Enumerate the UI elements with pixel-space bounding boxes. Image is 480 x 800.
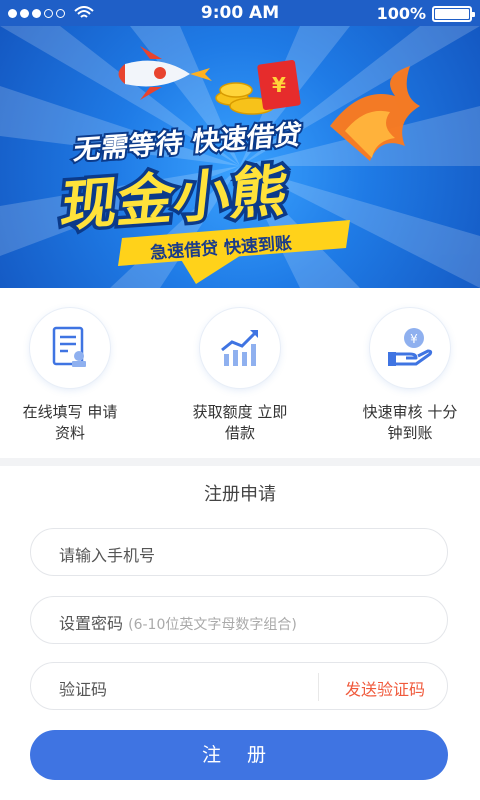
growth-chart-icon [200, 308, 280, 388]
phone-input[interactable]: 请输入手机号 [30, 528, 448, 576]
feature-apply: 在线填写 申请 资料 [0, 308, 140, 444]
svg-text:¥: ¥ [410, 332, 418, 346]
form-title: 注册申请 [204, 484, 276, 505]
promo-banner[interactable]: ¥ 无需等待 快速借贷 现金小熊 急速借贷 快速到账 [0, 26, 480, 288]
phone-placeholder: 请输入手机号 [59, 546, 156, 565]
battery-percent: 100% [376, 4, 426, 23]
feature-credit: 获取额度 立即 借款 [170, 308, 310, 444]
feature-review-line2: 钟到账 [387, 424, 433, 442]
password-label: 设置密码 [59, 614, 124, 633]
status-bar: 9:00 AM 100% [0, 0, 480, 26]
feature-apply-line2: 资料 [54, 424, 85, 442]
banner-brand: 现金小熊 [58, 159, 291, 239]
send-code-button[interactable]: 发送验证码 [345, 676, 425, 700]
feature-row: 在线填写 申请 资料 获取额度 立即 借款 ¥ 快速审核 十分 钟到账 [0, 288, 480, 458]
coin-hand-icon: ¥ [370, 308, 450, 388]
password-input[interactable]: 设置密码 (6-10位英文字母数字组合) [30, 596, 448, 644]
form-stamp-icon [30, 308, 110, 388]
red-envelope-icon: ¥ [257, 59, 301, 111]
feature-credit-line1: 获取额度 立即 [192, 403, 288, 421]
svg-text:¥: ¥ [272, 73, 286, 97]
verification-code-input[interactable]: 验证码 发送验证码 [30, 662, 448, 710]
feature-credit-line2: 借款 [224, 424, 255, 442]
password-hint: (6-10位英文字母数字组合) [128, 617, 297, 633]
feature-review: ¥ 快速审核 十分 钟到账 [340, 308, 480, 444]
register-form: 注册申请 请输入手机号 设置密码 (6-10位英文字母数字组合) 验证码 发送验… [0, 466, 480, 800]
field-divider [318, 673, 319, 701]
code-placeholder: 验证码 [59, 680, 108, 699]
feature-apply-line1: 在线填写 申请 [22, 403, 118, 421]
battery-icon [432, 5, 475, 22]
feature-review-line1: 快速审核 十分 [362, 403, 458, 421]
register-button[interactable]: 注 册 [30, 730, 448, 780]
